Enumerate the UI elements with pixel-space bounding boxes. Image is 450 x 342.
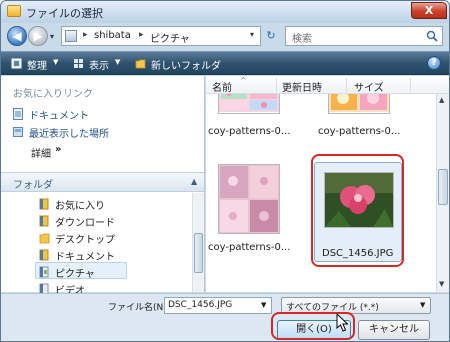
scroll-down-icon[interactable]: ▼ — [439, 280, 444, 288]
column-size[interactable]: サイズ — [354, 79, 384, 94]
folder-tree-scrollbar[interactable] — [192, 193, 204, 292]
details-link[interactable]: 詳細 — [31, 145, 51, 160]
views-icon — [74, 59, 83, 68]
tree-item-favorites[interactable]: お気に入り — [39, 196, 189, 212]
downloads-folder-icon — [39, 215, 49, 227]
organize-button[interactable]: 整理 — [27, 57, 47, 72]
address-dropdown-icon[interactable]: ▾ — [250, 30, 254, 39]
breadcrumb-separator-icon[interactable]: ▸ — [83, 30, 88, 40]
filename-label: ファイル名(N): — [108, 303, 170, 313]
tree-item-label: お気に入り — [55, 201, 105, 212]
scrollbar-thumb[interactable] — [194, 233, 203, 273]
file-list-scrollbar[interactable]: ▲ ▼ — [436, 94, 449, 292]
pictures-folder-icon — [39, 266, 49, 278]
expand-details-icon[interactable]: » — [55, 144, 61, 155]
orange-flower-pattern-thumbnail — [329, 94, 389, 112]
highlight-ring-selected-file — [311, 154, 404, 267]
pink-pattern-collage-thumbnail — [219, 165, 279, 233]
search-input[interactable]: 検索 — [285, 26, 443, 46]
column-modified[interactable]: 更新日時 — [282, 79, 322, 94]
filename-dropdown-icon[interactable]: ▼ — [261, 301, 266, 309]
filename-value: DSC_1456.JPG — [168, 300, 233, 310]
search-icon[interactable] — [426, 30, 438, 42]
breadcrumb-separator-icon[interactable]: ▸ — [139, 30, 144, 40]
document-icon — [13, 108, 23, 120]
scrollbar-thumb[interactable] — [438, 169, 448, 205]
breadcrumb-shibata[interactable]: shibata — [94, 30, 131, 41]
tree-item-label: ダウンロード — [55, 218, 115, 229]
new-folder-button[interactable]: 新しいフォルダ — [151, 57, 221, 72]
file-item[interactable]: coy-patterns-0... — [208, 164, 308, 254]
cancel-button[interactable]: キャンセル — [358, 320, 430, 340]
tree-item-label: ピクチャ — [55, 269, 95, 280]
file-thumbnail — [218, 164, 280, 234]
refresh-button[interactable]: ↻ — [263, 27, 279, 45]
scroll-up-icon[interactable]: ▲ — [439, 96, 444, 104]
documents-folder-icon — [39, 249, 49, 261]
file-thumbnail — [328, 94, 390, 114]
dialog-footer: ファイル名(N): DSC_1456.JPG ▼ すべてのファイル (*.*) … — [1, 293, 449, 341]
column-divider[interactable] — [346, 78, 347, 92]
navigation-pane: お気に入りリンク ドキュメント 最近表示した場所 詳細 » フォルダ ▲ お気に… — [1, 76, 205, 297]
mouse-cursor-icon — [336, 313, 349, 332]
search-placeholder: 検索 — [292, 34, 312, 45]
help-icon[interactable]: ? — [427, 56, 441, 70]
folders-header[interactable]: フォルダ ▲ — [1, 172, 204, 192]
views-button[interactable]: 表示 — [89, 57, 109, 72]
recent-places-icon — [13, 127, 23, 137]
new-folder-icon — [135, 59, 146, 69]
filename-field[interactable]: DSC_1456.JPG ▼ — [164, 297, 272, 314]
organize-icon — [11, 58, 22, 69]
tree-item-downloads[interactable]: ダウンロード — [39, 213, 189, 229]
address-bar[interactable]: ▸ shibata ▸ ピクチャ ▾ — [61, 26, 261, 46]
tree-item-documents[interactable]: ドキュメント — [39, 247, 189, 263]
tree-item-pictures[interactable]: ピクチャ — [39, 264, 189, 280]
close-button[interactable]: X — [411, 2, 447, 19]
file-name: coy-patterns-0... — [318, 126, 401, 137]
views-dropdown-icon[interactable]: ▼ — [115, 58, 120, 66]
desktop-folder-icon — [39, 233, 50, 244]
organize-dropdown-icon[interactable]: ▼ — [53, 58, 58, 66]
pink-floral-pattern-thumbnail — [219, 94, 279, 112]
column-headers: ^ 名前 更新日時 サイズ — [206, 76, 449, 94]
favorite-links-heading: お気に入りリンク — [13, 89, 93, 100]
recent-pages-dropdown[interactable]: ▾ — [50, 32, 54, 41]
title-bar: ファイルの選択 X — [1, 1, 449, 23]
column-name[interactable]: 名前 — [212, 79, 232, 94]
favorite-link-label: 最近表示した場所 — [29, 129, 109, 140]
tree-item-desktop[interactable]: デスクトップ — [39, 230, 189, 246]
folders-heading: フォルダ — [13, 180, 53, 191]
breadcrumb-pictures[interactable]: ピクチャ — [150, 30, 190, 45]
favorite-link-recent-places[interactable]: 最近表示した場所 — [13, 124, 193, 140]
tree-item-label: デスクトップ — [55, 235, 115, 246]
favorite-link-documents[interactable]: ドキュメント — [13, 106, 193, 122]
favorite-link-label: ドキュメント — [29, 111, 89, 122]
column-divider[interactable] — [410, 78, 411, 92]
window-title: ファイルの選択 — [26, 7, 103, 20]
favorites-folder-icon — [39, 198, 49, 210]
file-thumbnail — [218, 94, 280, 114]
sort-ascending-icon: ^ — [240, 76, 247, 85]
forward-button[interactable]: ▶ — [28, 26, 48, 46]
filetype-dropdown-icon[interactable]: ▼ — [420, 301, 425, 309]
address-row: ◀ ▶ ▾ ▸ shibata ▸ ピクチャ ▾ ↻ 検索 — [1, 23, 449, 49]
column-divider[interactable] — [276, 78, 277, 92]
file-name: coy-patterns-0... — [208, 126, 291, 137]
folder-icon — [7, 5, 21, 17]
file-name: coy-patterns-0... — [208, 242, 291, 253]
collapse-icon[interactable]: ▲ — [191, 177, 197, 186]
tree-item-label: ドキュメント — [55, 252, 115, 263]
command-toolbar: 整理 ▼ 表示 ▼ 新しいフォルダ ? — [1, 51, 449, 75]
back-button[interactable]: ◀ — [7, 26, 27, 46]
computer-icon — [65, 30, 77, 42]
